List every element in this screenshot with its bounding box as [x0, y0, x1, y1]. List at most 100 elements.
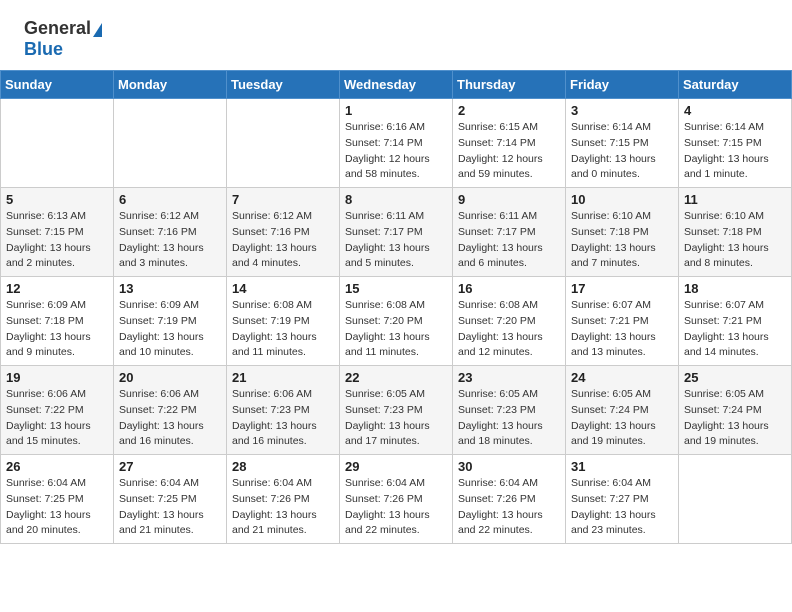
day-info: Sunrise: 6:08 AMSunset: 7:20 PMDaylight:…	[345, 298, 447, 361]
day-cell: 9 Sunrise: 6:11 AMSunset: 7:17 PMDaylight…	[453, 188, 566, 277]
day-number: 20	[119, 370, 221, 385]
day-number: 29	[345, 459, 447, 474]
day-cell: 22 Sunrise: 6:05 AMSunset: 7:23 PMDayligh…	[340, 366, 453, 455]
day-cell: 16 Sunrise: 6:08 AMSunset: 7:20 PMDayligh…	[453, 277, 566, 366]
week-row-5: 26 Sunrise: 6:04 AMSunset: 7:25 PMDayligh…	[1, 455, 792, 544]
day-number: 2	[458, 103, 560, 118]
day-number: 11	[684, 192, 786, 207]
day-cell: 23 Sunrise: 6:05 AMSunset: 7:23 PMDayligh…	[453, 366, 566, 455]
day-info: Sunrise: 6:13 AMSunset: 7:15 PMDaylight:…	[6, 209, 108, 272]
day-number: 31	[571, 459, 673, 474]
day-info: Sunrise: 6:09 AMSunset: 7:18 PMDaylight:…	[6, 298, 108, 361]
day-info: Sunrise: 6:05 AMSunset: 7:23 PMDaylight:…	[458, 387, 560, 450]
day-cell: 5 Sunrise: 6:13 AMSunset: 7:15 PMDaylight…	[1, 188, 114, 277]
day-cell: 25Sunrise: 6:05 AMSunset: 7:24 PMDayligh…	[679, 366, 792, 455]
day-number: 6	[119, 192, 221, 207]
day-number: 7	[232, 192, 334, 207]
day-cell: 24Sunrise: 6:05 AMSunset: 7:24 PMDayligh…	[566, 366, 679, 455]
day-number: 27	[119, 459, 221, 474]
day-cell: 12 Sunrise: 6:09 AMSunset: 7:18 PMDayligh…	[1, 277, 114, 366]
logo-general-text: General	[24, 18, 91, 39]
weekday-header-row: SundayMondayTuesdayWednesdayThursdayFrid…	[1, 71, 792, 99]
day-number: 23	[458, 370, 560, 385]
day-number: 3	[571, 103, 673, 118]
day-info: Sunrise: 6:08 AMSunset: 7:20 PMDaylight:…	[458, 298, 560, 361]
day-info: Sunrise: 6:06 AMSunset: 7:23 PMDaylight:…	[232, 387, 334, 450]
day-info: Sunrise: 6:14 AMSunset: 7:15 PMDaylight:…	[571, 120, 673, 183]
day-cell: 6 Sunrise: 6:12 AMSunset: 7:16 PMDaylight…	[114, 188, 227, 277]
weekday-wednesday: Wednesday	[340, 71, 453, 99]
day-info: Sunrise: 6:08 AMSunset: 7:19 PMDaylight:…	[232, 298, 334, 361]
day-number: 21	[232, 370, 334, 385]
week-row-1: 1Sunrise: 6:16 AMSunset: 7:14 PMDaylight…	[1, 99, 792, 188]
day-info: Sunrise: 6:10 AMSunset: 7:18 PMDaylight:…	[684, 209, 786, 272]
day-info: Sunrise: 6:16 AMSunset: 7:14 PMDaylight:…	[345, 120, 447, 183]
day-number: 30	[458, 459, 560, 474]
day-number: 8	[345, 192, 447, 207]
day-cell: 13 Sunrise: 6:09 AMSunset: 7:19 PMDayligh…	[114, 277, 227, 366]
logo-blue-text: Blue	[24, 39, 63, 60]
day-cell: 27 Sunrise: 6:04 AMSunset: 7:25 PMDayligh…	[114, 455, 227, 544]
day-cell	[227, 99, 340, 188]
day-cell: 26 Sunrise: 6:04 AMSunset: 7:25 PMDayligh…	[1, 455, 114, 544]
day-info: Sunrise: 6:15 AMSunset: 7:14 PMDaylight:…	[458, 120, 560, 183]
day-cell: 15 Sunrise: 6:08 AMSunset: 7:20 PMDayligh…	[340, 277, 453, 366]
day-number: 10	[571, 192, 673, 207]
day-info: Sunrise: 6:10 AMSunset: 7:18 PMDaylight:…	[571, 209, 673, 272]
day-number: 15	[345, 281, 447, 296]
day-cell: 1Sunrise: 6:16 AMSunset: 7:14 PMDaylight…	[340, 99, 453, 188]
page-header: General Blue	[0, 0, 792, 70]
week-row-3: 12 Sunrise: 6:09 AMSunset: 7:18 PMDayligh…	[1, 277, 792, 366]
day-cell	[1, 99, 114, 188]
weekday-tuesday: Tuesday	[227, 71, 340, 99]
day-cell: 29 Sunrise: 6:04 AMSunset: 7:26 PMDayligh…	[340, 455, 453, 544]
day-info: Sunrise: 6:12 AMSunset: 7:16 PMDaylight:…	[119, 209, 221, 272]
day-cell: 20 Sunrise: 6:06 AMSunset: 7:22 PMDayligh…	[114, 366, 227, 455]
day-info: Sunrise: 6:04 AMSunset: 7:25 PMDaylight:…	[119, 476, 221, 539]
day-cell: 8 Sunrise: 6:11 AMSunset: 7:17 PMDaylight…	[340, 188, 453, 277]
weekday-sunday: Sunday	[1, 71, 114, 99]
weekday-saturday: Saturday	[679, 71, 792, 99]
day-number: 26	[6, 459, 108, 474]
day-number: 5	[6, 192, 108, 207]
day-info: Sunrise: 6:04 AMSunset: 7:25 PMDaylight:…	[6, 476, 108, 539]
day-number: 12	[6, 281, 108, 296]
day-number: 25	[684, 370, 786, 385]
day-number: 16	[458, 281, 560, 296]
day-info: Sunrise: 6:04 AMSunset: 7:26 PMDaylight:…	[458, 476, 560, 539]
day-number: 14	[232, 281, 334, 296]
day-info: Sunrise: 6:04 AMSunset: 7:27 PMDaylight:…	[571, 476, 673, 539]
weekday-thursday: Thursday	[453, 71, 566, 99]
day-cell: 28 Sunrise: 6:04 AMSunset: 7:26 PMDayligh…	[227, 455, 340, 544]
calendar-body: 1Sunrise: 6:16 AMSunset: 7:14 PMDaylight…	[1, 99, 792, 544]
day-info: Sunrise: 6:04 AMSunset: 7:26 PMDaylight:…	[345, 476, 447, 539]
day-info: Sunrise: 6:06 AMSunset: 7:22 PMDaylight:…	[119, 387, 221, 450]
day-info: Sunrise: 6:09 AMSunset: 7:19 PMDaylight:…	[119, 298, 221, 361]
day-info: Sunrise: 6:12 AMSunset: 7:16 PMDaylight:…	[232, 209, 334, 272]
day-cell: 18Sunrise: 6:07 AMSunset: 7:21 PMDayligh…	[679, 277, 792, 366]
day-cell: 4Sunrise: 6:14 AMSunset: 7:15 PMDaylight…	[679, 99, 792, 188]
weekday-monday: Monday	[114, 71, 227, 99]
day-cell: 19Sunrise: 6:06 AMSunset: 7:22 PMDayligh…	[1, 366, 114, 455]
day-cell: 17 Sunrise: 6:07 AMSunset: 7:21 PMDayligh…	[566, 277, 679, 366]
day-cell: 30 Sunrise: 6:04 AMSunset: 7:26 PMDayligh…	[453, 455, 566, 544]
day-info: Sunrise: 6:05 AMSunset: 7:23 PMDaylight:…	[345, 387, 447, 450]
day-number: 28	[232, 459, 334, 474]
day-info: Sunrise: 6:14 AMSunset: 7:15 PMDaylight:…	[684, 120, 786, 183]
day-number: 19	[6, 370, 108, 385]
day-info: Sunrise: 6:07 AMSunset: 7:21 PMDaylight:…	[571, 298, 673, 361]
day-number: 9	[458, 192, 560, 207]
day-info: Sunrise: 6:04 AMSunset: 7:26 PMDaylight:…	[232, 476, 334, 539]
day-info: Sunrise: 6:11 AMSunset: 7:17 PMDaylight:…	[345, 209, 447, 272]
day-number: 13	[119, 281, 221, 296]
week-row-2: 5 Sunrise: 6:13 AMSunset: 7:15 PMDaylight…	[1, 188, 792, 277]
day-cell: 7 Sunrise: 6:12 AMSunset: 7:16 PMDaylight…	[227, 188, 340, 277]
day-cell	[114, 99, 227, 188]
day-info: Sunrise: 6:05 AMSunset: 7:24 PMDaylight:…	[571, 387, 673, 450]
day-cell: 14 Sunrise: 6:08 AMSunset: 7:19 PMDayligh…	[227, 277, 340, 366]
day-number: 22	[345, 370, 447, 385]
day-info: Sunrise: 6:11 AMSunset: 7:17 PMDaylight:…	[458, 209, 560, 272]
day-number: 17	[571, 281, 673, 296]
day-cell	[679, 455, 792, 544]
logo: General Blue	[24, 18, 102, 60]
